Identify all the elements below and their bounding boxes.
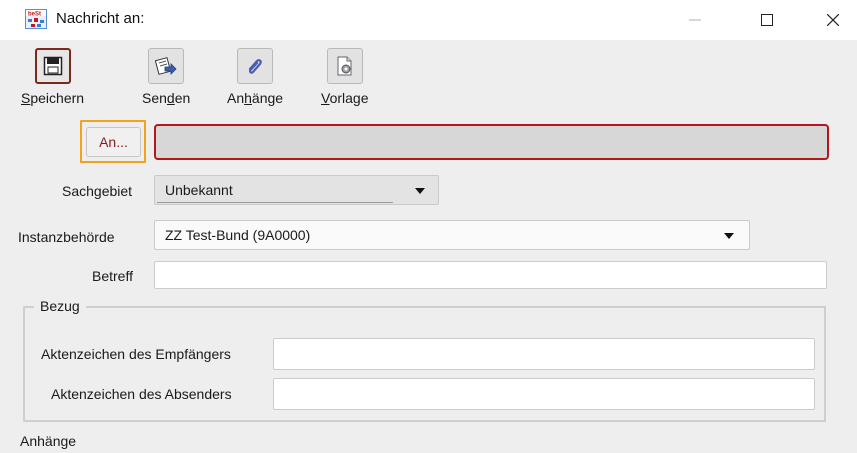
title-bar: beSt Nachricht an: [0,0,857,40]
minimize-icon [689,19,701,21]
recipient-field[interactable] [154,124,829,160]
template-button[interactable]: Vorlage [321,48,369,106]
template-gear-icon [326,48,363,84]
save-button[interactable]: Speichern [21,48,84,106]
sachgebiet-label: Sachgebiet [62,183,133,199]
instanz-label: Instanzbehörde [18,229,115,245]
maximize-button[interactable] [744,0,790,40]
aktenzeichen-empfaenger-input[interactable] [273,338,815,370]
app-logo-icon: beSt [25,9,47,29]
recipient-button[interactable]: An... [86,127,141,157]
window-title: Nachricht an: [56,10,145,27]
betreff-input[interactable] [154,261,827,289]
instanz-select[interactable]: ZZ Test-Bund (9A0000) [154,220,750,250]
close-icon [827,14,839,26]
betreff-label: Betreff [92,268,133,284]
aktenzeichen-absender-input[interactable] [273,378,815,410]
svg-text:beSt: beSt [28,12,41,18]
minimize-button[interactable] [672,0,718,40]
sachgebiet-value: Unbekannt [165,182,233,198]
floppy-disk-icon [34,48,71,84]
instanz-value: ZZ Test-Bund (9A0000) [165,227,311,243]
attachments-button[interactable]: Anhänge [227,48,283,106]
toolbar: Speichern Senden Anhänge Vorlage [0,40,857,118]
paperclip-icon [237,48,274,84]
bezug-group-title: Bezug [34,298,86,314]
sachgebiet-select[interactable]: Unbekannt [154,175,439,205]
close-button[interactable] [810,0,856,40]
aktenzeichen-empfaenger-label: Aktenzeichen des Empfängers [41,346,231,362]
chevron-down-icon [415,188,425,194]
aktenzeichen-absender-label: Aktenzeichen des Absenders [51,386,232,402]
send-button[interactable]: Senden [142,48,190,106]
instanz-dropdown-button[interactable] [709,221,749,249]
anhaenge-label: Anhänge [20,433,77,449]
maximize-icon [761,14,773,26]
send-icon [148,48,185,84]
chevron-down-icon [724,233,734,239]
